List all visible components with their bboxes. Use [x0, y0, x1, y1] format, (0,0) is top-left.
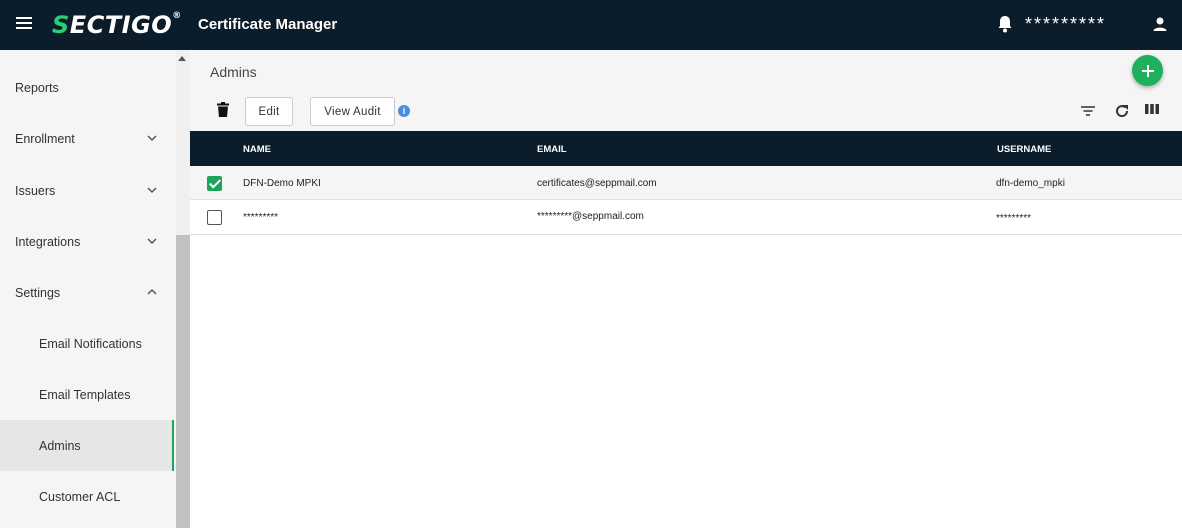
delete-trash-icon[interactable] — [217, 102, 229, 117]
sidebar-item-settings[interactable]: Settings — [0, 267, 174, 318]
row-name: DFN-Demo MPKI — [243, 178, 321, 189]
sidebar-item-label: Integrations — [15, 234, 81, 249]
row-checkbox[interactable] — [207, 210, 222, 225]
app-title: Certificate Manager — [198, 16, 338, 33]
sidebar-item-email-templates[interactable]: Email Templates — [0, 369, 174, 420]
hamburger-menu-icon[interactable] — [16, 17, 32, 31]
info-icon[interactable]: i — [398, 105, 410, 117]
table-header: NAME EMAIL USERNAME — [190, 131, 1182, 166]
sidebar-item-label: Issuers — [15, 183, 56, 198]
notifications-bell-icon[interactable] — [997, 15, 1013, 33]
sidebar-item-reports[interactable]: Reports — [0, 62, 174, 113]
sidebar-item-label: Enrollment — [15, 131, 75, 146]
sidebar-item-label: Admins — [39, 438, 81, 453]
table-row[interactable]: ********* *********@seppmail.com *******… — [190, 201, 1182, 235]
sidebar-item-enrollment[interactable]: Enrollment — [0, 113, 174, 164]
column-header-name[interactable]: NAME — [243, 144, 271, 155]
scroll-up-arrow-icon[interactable] — [178, 56, 186, 61]
username-display[interactable]: ********* — [1025, 14, 1106, 35]
main-content: Admins Edit View Audit i NAME EMAIL USER… — [190, 50, 1182, 528]
toolbar: Admins Edit View Audit i — [190, 50, 1182, 131]
sidebar-item-admins[interactable]: Admins — [0, 420, 174, 471]
row-email: *********@seppmail.com — [537, 211, 644, 222]
sectigo-logo: SECTIGO® — [52, 11, 182, 39]
chevron-down-icon — [147, 187, 157, 194]
sidebar-item-label: Settings — [15, 285, 61, 300]
chevron-down-icon — [147, 135, 157, 142]
sidebar-item-label: Reports — [15, 80, 59, 95]
row-username: ********* — [996, 213, 1032, 224]
sidebar-item-email-notifications[interactable]: Email Notifications — [0, 318, 174, 369]
row-checkbox[interactable] — [207, 176, 222, 191]
page-title: Admins — [210, 64, 257, 80]
sidebar-scrollbar-thumb[interactable] — [176, 235, 190, 528]
sidebar-item-label: Email Notifications — [39, 336, 142, 351]
top-bar: SECTIGO® Certificate Manager ********* — [0, 0, 1182, 50]
sidebar-item-label: Customer ACL — [39, 489, 121, 504]
column-header-username[interactable]: USERNAME — [997, 144, 1051, 155]
user-account-icon[interactable] — [1152, 16, 1168, 32]
row-username: dfn-demo_mpki — [996, 178, 1065, 189]
table-row[interactable]: DFN-Demo MPKI certificates@seppmail.com … — [190, 166, 1182, 200]
filter-icon[interactable] — [1080, 103, 1096, 119]
add-admin-button[interactable] — [1132, 55, 1163, 86]
column-header-email[interactable]: EMAIL — [537, 144, 567, 155]
row-name: ********* — [243, 212, 279, 223]
sidebar-item-issuers[interactable]: Issuers — [0, 165, 174, 216]
chevron-up-icon — [147, 288, 157, 295]
sidebar-item-customer-acl[interactable]: Customer ACL — [0, 471, 174, 522]
sidebar-item-integrations[interactable]: Integrations — [0, 216, 174, 267]
sidebar-item-label: Email Templates — [39, 387, 131, 402]
columns-icon[interactable] — [1144, 101, 1160, 117]
plus-icon — [1141, 64, 1154, 77]
sidebar: Reports Enrollment Issuers Integrations … — [0, 50, 176, 528]
edit-button[interactable]: Edit — [245, 97, 293, 126]
view-audit-button[interactable]: View Audit — [310, 97, 395, 126]
refresh-icon[interactable] — [1114, 103, 1130, 119]
row-email: certificates@seppmail.com — [537, 178, 657, 189]
chevron-down-icon — [147, 238, 157, 245]
